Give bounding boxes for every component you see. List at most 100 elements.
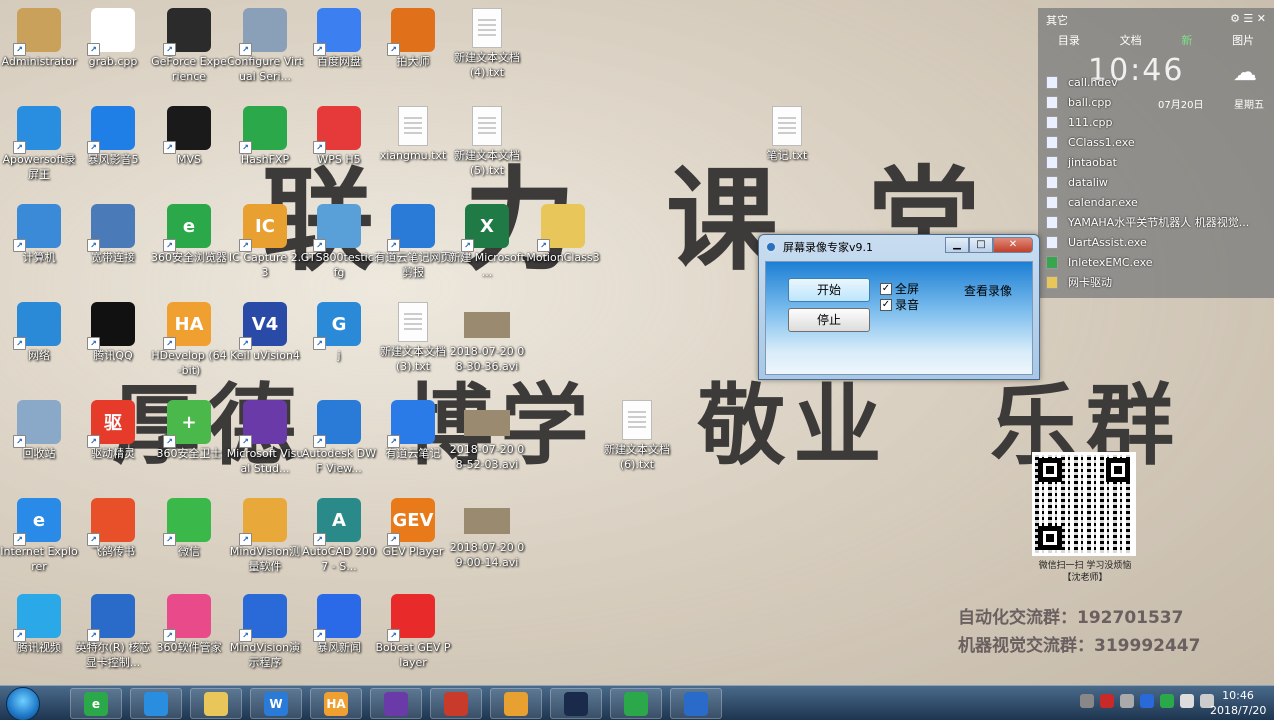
widget-file-row[interactable]: call.hdev (1042, 72, 1270, 92)
desktop-icon[interactable]: 笔记.txt (748, 102, 826, 194)
desktop-icon[interactable]: ↗ WPS H5 (300, 102, 378, 194)
widget-tab[interactable]: 目录 (1054, 30, 1084, 50)
widget-file-row[interactable]: 网卡驱动 (1042, 272, 1270, 292)
app-icon: ↗ (13, 400, 61, 448)
desktop-icon[interactable]: ↗ 计算机 (0, 200, 78, 292)
taskbar-app-button[interactable] (550, 688, 602, 719)
taskbar-app-button[interactable]: HA (310, 688, 362, 719)
desktop-icon[interactable]: e ↗ 360安全浏览器 (150, 200, 228, 292)
desktop-icon[interactable]: 2018-07-20 09-00-14.avi (448, 494, 526, 586)
desktop-icon[interactable]: ↗ Microsoft Visual Stud... (226, 396, 304, 488)
audio-checkbox[interactable]: ✓ 录音 (880, 296, 919, 313)
desktop-icon[interactable]: ↗ 暴风新闻 (300, 590, 378, 682)
desktop-icon[interactable]: ↗ 宽带连接 (74, 200, 152, 292)
desktop-icon[interactable]: X ↗ 新建 Microsoft ... (448, 200, 526, 292)
desktop-icon[interactable]: ↗ MVS (150, 102, 228, 194)
widget-file-row[interactable]: 111.cpp (1042, 112, 1270, 132)
desktop-icon[interactable]: 2018-07-20 08-30-36.avi (448, 298, 526, 390)
widget-file-row[interactable]: dataliw (1042, 172, 1270, 192)
desktop-icon[interactable]: ↗ Bobcat GEV Player (374, 590, 452, 682)
desktop-icon[interactable]: 2018-07-20 08-52-03.avi (448, 396, 526, 488)
tray-nvidia-icon[interactable] (1160, 694, 1174, 708)
desktop-icon[interactable]: ↗ 暴风影音5 (74, 102, 152, 194)
taskbar-app-button[interactable]: W (250, 688, 302, 719)
desktop-icon[interactable]: ↗ 有道云笔记 (374, 396, 452, 488)
desktop-icon[interactable]: ↗ 飞鸽传书 (74, 494, 152, 586)
widget-file-row[interactable]: YAMAHA水平关节机器人 机器视觉... (1042, 212, 1270, 232)
desktop-icon[interactable]: ↗ Configure Virtual Seri... (226, 4, 304, 96)
desktop-icon[interactable]: 驱 ↗ 驱动精灵 (74, 396, 152, 488)
desktop-icon[interactable]: ↗ 网络 (0, 298, 78, 390)
widget-file-row[interactable]: ball.cpp (1042, 92, 1270, 112)
desktop-icon[interactable]: ↗ 英特尔(R) 核芯显卡控制... (74, 590, 152, 682)
close-button[interactable]: ✕ (993, 237, 1033, 253)
desktop-icon[interactable]: ↗ MindVision演示程序 (226, 590, 304, 682)
desktop-icon[interactable]: e ↗ Internet Explorer (0, 494, 78, 586)
taskbar-app-button[interactable] (190, 688, 242, 719)
taskbar-app-button[interactable] (670, 688, 722, 719)
widget-tab[interactable]: 图片 (1228, 30, 1258, 50)
taskbar-app-icon (564, 691, 588, 716)
desktop-icon[interactable]: ↗ Apowersoft录屏王 (0, 102, 78, 194)
tray-keyboard-icon[interactable] (1080, 694, 1094, 708)
desktop-icon-label: 新建文本文档(3).txt (380, 345, 446, 373)
stop-button[interactable]: 停止 (788, 308, 870, 332)
taskbar-app-button[interactable] (130, 688, 182, 719)
desktop-icon[interactable]: ↗ 回收站 (0, 396, 78, 488)
desktop-icon[interactable]: + ↗ 360安全卫士 (150, 396, 228, 488)
desktop-icon[interactable]: ↗ 有道云笔记网页剪报 (374, 200, 452, 292)
taskbar-clock[interactable]: 10:46 2018/7/20 (1210, 688, 1266, 718)
tray-app-icon[interactable] (1120, 694, 1134, 708)
desktop-icon[interactable]: ↗ 微信 (150, 494, 228, 586)
desktop-icon[interactable]: ↗ HashFXP (226, 102, 304, 194)
taskbar-app-button[interactable] (490, 688, 542, 719)
desktop-icon[interactable]: ↗ MotionClass3 (524, 200, 602, 292)
desktop-icon[interactable]: ↗ 360软件管家 (150, 590, 228, 682)
tray-security-icon[interactable] (1100, 694, 1114, 708)
desktop-icon[interactable]: 新建文本文档(5).txt (448, 102, 526, 194)
desktop-icon[interactable]: V4 ↗ Keil uVision4 (226, 298, 304, 390)
desktop-icon[interactable]: 新建文本文档(4).txt (448, 4, 526, 96)
minimize-button[interactable]: ▁ (945, 237, 969, 253)
desktop-icon[interactable]: GEV ↗ GEV Player (374, 494, 452, 586)
widget-other-label[interactable]: 其它 (1046, 12, 1068, 27)
tray-network-icon[interactable] (1180, 694, 1194, 708)
desktop-icon[interactable]: ↗ 拍大师 (374, 4, 452, 96)
taskbar-app-button[interactable] (610, 688, 662, 719)
desktop-icon[interactable]: ↗ GeForce Experience (150, 4, 228, 96)
maximize-button[interactable]: □ (969, 237, 993, 253)
desktop-icon[interactable]: ↗ GTS800testic.fg (300, 200, 378, 292)
taskbar-app-button[interactable] (430, 688, 482, 719)
desktop-icon[interactable]: C++ ↗ grab.cpp (74, 4, 152, 96)
widget-tab-active[interactable]: 新 (1177, 30, 1196, 50)
taskbar-app-button[interactable] (370, 688, 422, 719)
desktop-icon[interactable]: ↗ 腾讯视频 (0, 590, 78, 682)
widget-file-row[interactable]: InletexEMC.exe (1042, 252, 1270, 272)
widget-file-row[interactable]: CClass1.exe (1042, 132, 1270, 152)
widget-controls[interactable]: ⚙ ☰ ✕ (1230, 12, 1266, 26)
desktop-icon[interactable]: IC ↗ IC Capture 2.3 (226, 200, 304, 292)
desktop-icon[interactable]: ↗ 百度网盘 (300, 4, 378, 96)
tray-bluetooth-icon[interactable] (1140, 694, 1154, 708)
desktop-icon[interactable]: ↗ Administrator (0, 4, 78, 96)
widget-file-row[interactable]: jintaobat (1042, 152, 1270, 172)
fullscreen-checkbox[interactable]: ✓ 全屏 (880, 280, 919, 297)
desktop-icon[interactable]: ↗ 腾讯QQ (74, 298, 152, 390)
app-icon: ↗ (87, 594, 135, 642)
desktop-icon[interactable]: A ↗ AutoCAD 2007 - S... (300, 494, 378, 586)
view-recording-link[interactable]: 查看录像 (964, 282, 1012, 299)
desktop-icon[interactable]: ↗ MindVision测量软件 (226, 494, 304, 586)
qr-caption-line: 微信扫一扫 学习没烦恼 (1038, 561, 1132, 571)
desktop-icon[interactable]: 新建文本文档(6).txt (598, 396, 676, 488)
widget-file-row[interactable]: calendar.exe (1042, 192, 1270, 212)
desktop-icon[interactable]: 新建文本文档(3).txt (374, 298, 452, 390)
desktop-icon[interactable]: G ↗ j (300, 298, 378, 390)
desktop-icon[interactable]: ↗ Autodesk DWF View... (300, 396, 378, 488)
start-button[interactable]: 开始 (788, 278, 870, 302)
widget-file-row[interactable]: UartAssist.exe (1042, 232, 1270, 252)
taskbar-app-button[interactable]: e (70, 688, 122, 719)
start-button[interactable] (6, 687, 40, 720)
widget-tab[interactable]: 文档 (1116, 30, 1146, 50)
desktop-icon[interactable]: xiangmu.txt (374, 102, 452, 194)
desktop-icon[interactable]: HA ↗ HDevelop (64-bit) (150, 298, 228, 390)
